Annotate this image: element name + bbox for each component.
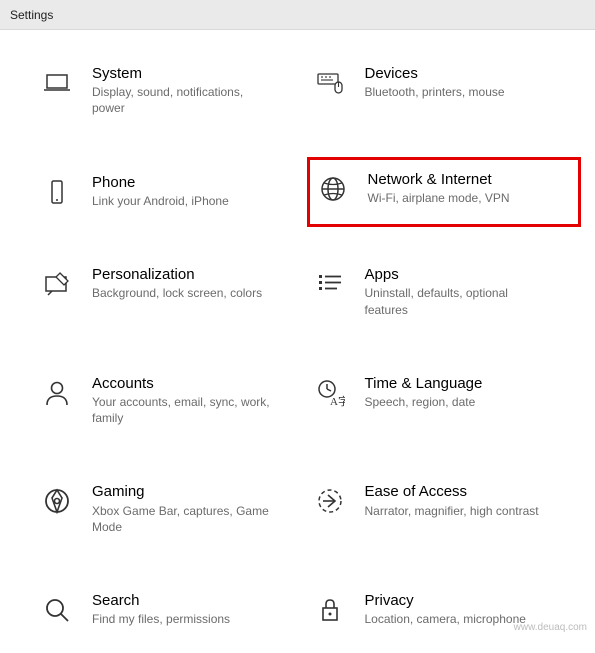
search-icon (40, 593, 74, 627)
tile-description: Uninstall, defaults, optional features (365, 285, 545, 317)
time-language-icon (313, 376, 347, 410)
tile-description: Xbox Game Bar, captures, Game Mode (92, 503, 272, 535)
tile-text: PrivacyLocation, camera, microphone (365, 591, 526, 627)
settings-tile-ease-of-access[interactable]: Ease of AccessNarrator, magnifier, high … (313, 476, 576, 541)
phone-icon (40, 175, 74, 209)
tile-description: Link your Android, iPhone (92, 193, 229, 209)
settings-tile-time-language[interactable]: Time & LanguageSpeech, region, date (313, 368, 576, 433)
lock-icon (313, 593, 347, 627)
tile-text: SearchFind my files, permissions (92, 591, 230, 627)
tile-title: Privacy (365, 591, 526, 611)
globe-icon (316, 172, 350, 206)
watermark: www.deuaq.com (514, 622, 587, 633)
tile-description: Narrator, magnifier, high contrast (365, 503, 539, 519)
apps-list-icon (313, 267, 347, 301)
tile-title: Phone (92, 173, 229, 193)
tile-title: Apps (365, 265, 545, 285)
settings-tile-devices[interactable]: DevicesBluetooth, printers, mouse (313, 58, 576, 123)
settings-tile-gaming[interactable]: GamingXbox Game Bar, captures, Game Mode (40, 476, 303, 541)
tile-title: System (92, 64, 272, 84)
tile-title: Devices (365, 64, 505, 84)
gaming-icon (40, 484, 74, 518)
personalization-icon (40, 267, 74, 301)
tile-text: AccountsYour accounts, email, sync, work… (92, 374, 272, 427)
settings-tile-network[interactable]: Network & InternetWi-Fi, airplane mode, … (307, 157, 582, 227)
tile-description: Location, camera, microphone (365, 611, 526, 627)
tile-title: Search (92, 591, 230, 611)
tile-description: Display, sound, notifications, power (92, 84, 272, 116)
tile-description: Wi-Fi, airplane mode, VPN (368, 190, 510, 206)
settings-tile-system[interactable]: SystemDisplay, sound, notifications, pow… (40, 58, 303, 123)
settings-tile-phone[interactable]: PhoneLink your Android, iPhone (40, 167, 303, 215)
tile-title: Network & Internet (368, 170, 510, 190)
tile-title: Gaming (92, 482, 272, 502)
settings-tile-apps[interactable]: AppsUninstall, defaults, optional featur… (313, 259, 576, 324)
tile-title: Time & Language (365, 374, 483, 394)
tile-text: SystemDisplay, sound, notifications, pow… (92, 64, 272, 117)
keyboard-mouse-icon (313, 66, 347, 100)
tile-description: Bluetooth, printers, mouse (365, 84, 505, 100)
settings-tile-accounts[interactable]: AccountsYour accounts, email, sync, work… (40, 368, 303, 433)
window-title: Settings (10, 8, 53, 22)
tile-text: Network & InternetWi-Fi, airplane mode, … (368, 170, 510, 206)
tile-text: Ease of AccessNarrator, magnifier, high … (365, 482, 539, 518)
settings-grid: SystemDisplay, sound, notifications, pow… (0, 30, 595, 653)
tile-title: Accounts (92, 374, 272, 394)
tile-title: Ease of Access (365, 482, 539, 502)
settings-tile-personalization[interactable]: PersonalizationBackground, lock screen, … (40, 259, 303, 324)
person-icon (40, 376, 74, 410)
tile-text: AppsUninstall, defaults, optional featur… (365, 265, 545, 318)
tile-text: PhoneLink your Android, iPhone (92, 173, 229, 209)
ease-of-access-icon (313, 484, 347, 518)
settings-tile-search[interactable]: SearchFind my files, permissions (40, 585, 303, 633)
tile-text: GamingXbox Game Bar, captures, Game Mode (92, 482, 272, 535)
tile-title: Personalization (92, 265, 262, 285)
tile-text: PersonalizationBackground, lock screen, … (92, 265, 262, 301)
tile-text: DevicesBluetooth, printers, mouse (365, 64, 505, 100)
laptop-icon (40, 66, 74, 100)
tile-text: Time & LanguageSpeech, region, date (365, 374, 483, 410)
window-titlebar: Settings (0, 0, 595, 30)
tile-description: Your accounts, email, sync, work, family (92, 394, 272, 426)
tile-description: Find my files, permissions (92, 611, 230, 627)
tile-description: Speech, region, date (365, 394, 483, 410)
tile-description: Background, lock screen, colors (92, 285, 262, 301)
